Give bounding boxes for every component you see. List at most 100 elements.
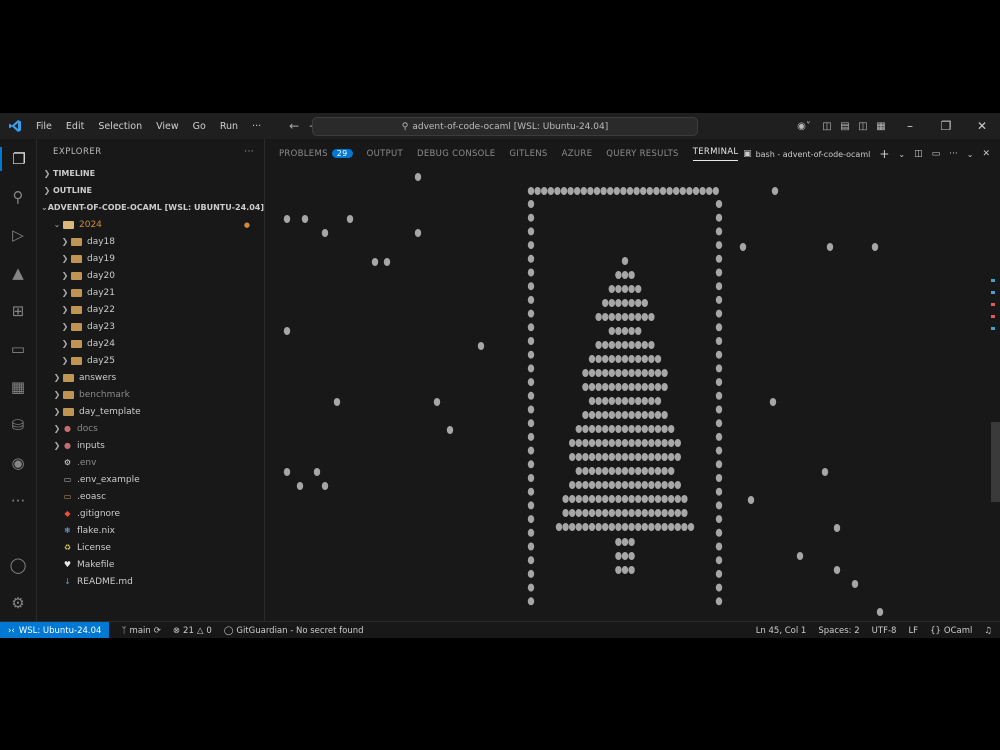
explorer-item-day22[interactable]: ❯ day22 — [37, 301, 264, 318]
toggle-primary-sidebar-icon[interactable]: ◫ — [820, 121, 834, 132]
menu-file[interactable]: File — [30, 119, 58, 134]
explorer-item-inputs[interactable]: ❯ ● inputs — [37, 437, 264, 454]
language-mode[interactable]: {} OCaml — [930, 626, 972, 636]
menu-run[interactable]: Run — [214, 119, 244, 134]
database-icon[interactable]: ⛁ — [6, 413, 30, 437]
terminal-selector[interactable]: ▣ bash - advent-of-code-ocaml — [743, 149, 870, 159]
end-of-line[interactable]: LF — [908, 626, 918, 636]
tree-glyph — [615, 313, 622, 321]
explorer-item-gitignore[interactable]: ◆ .gitignore — [37, 505, 264, 522]
tree-glyph — [648, 467, 655, 475]
explorer-item-label: docs — [77, 423, 98, 434]
scroll-marker — [991, 279, 995, 282]
explorer-item-env-example[interactable]: ▭ .env_example — [37, 471, 264, 488]
explorer-item-benchmark[interactable]: ❯ benchmark — [37, 386, 264, 403]
minimize-window-icon[interactable]: – — [892, 119, 928, 133]
menu-edit[interactable]: Edit — [60, 119, 90, 134]
run-debug-icon[interactable]: ▷ — [6, 223, 30, 247]
explorer-item-day24[interactable]: ❯ day24 — [37, 335, 264, 352]
tab-problems[interactable]: PROBLEMS 29 — [279, 149, 353, 159]
toggle-secondary-sidebar-icon[interactable]: ◫ — [856, 121, 870, 132]
tree-glyph — [588, 467, 596, 475]
accounts-icon[interactable]: ◯ — [6, 553, 30, 577]
close-window-icon[interactable]: ✕ — [964, 119, 1000, 133]
folder-2024[interactable]: ⌄ 2024 ● — [37, 216, 264, 233]
menu-more[interactable]: ··· — [246, 119, 267, 134]
notifications-bell-icon[interactable]: ♫ — [984, 626, 992, 636]
tab-azure[interactable]: AZURE — [562, 149, 593, 159]
explorer-item-docs[interactable]: ❯ ● docs — [37, 420, 264, 437]
explorer-files-icon[interactable]: ❐ — [0, 147, 36, 171]
workspace-section[interactable]: ⌄ ADVENT-OF-CODE-OCAML [WSL: UBUNTU-24.0… — [37, 199, 264, 216]
tree-glyph — [588, 411, 596, 419]
tab-gitlens[interactable]: GITLENS — [509, 149, 547, 159]
toggle-panel-icon[interactable]: ▤ — [838, 121, 852, 132]
gear-icon: ⚙ — [63, 457, 72, 467]
explorer-item-day18[interactable]: ❯ day18 — [37, 233, 264, 250]
terminal-output[interactable] — [265, 169, 1000, 621]
cursor-position[interactable]: Ln 45, Col 1 — [756, 626, 807, 636]
frame-top-glyph — [686, 187, 693, 195]
snow-glyph — [433, 398, 441, 406]
tree-glyph — [582, 453, 589, 461]
explorer-item-env[interactable]: ⚙ .env — [37, 454, 264, 471]
explorer-item-license[interactable]: ♻ License — [37, 539, 264, 556]
tree-glyph — [595, 425, 602, 433]
settings-gear-icon[interactable]: ⚙ — [6, 591, 30, 615]
tab-debug-console[interactable]: DEBUG CONSOLE — [417, 149, 495, 159]
extensions-icon[interactable]: ⊞ — [6, 299, 30, 323]
explorer-item-day23[interactable]: ❯ day23 — [37, 318, 264, 335]
tab-output[interactable]: OUTPUT — [367, 149, 403, 159]
frame-top-glyph — [666, 187, 673, 195]
azure-icon[interactable]: ▲ — [6, 261, 30, 285]
explorer-item-makefile[interactable]: ♥ Makefile — [37, 556, 264, 573]
explorer-item-answers[interactable]: ❯ answers — [37, 369, 264, 386]
problems-status[interactable]: ⊗ 21 △ 0 — [173, 626, 212, 636]
git-branch[interactable]: ᛉ main ⟳ — [121, 626, 160, 636]
frame-top-glyph — [712, 187, 719, 195]
frame-right-glyph — [715, 542, 723, 551]
explorer-item-readme[interactable]: ↓ README.md — [37, 573, 264, 590]
close-panel-icon[interactable]: ✕ — [982, 149, 990, 159]
explorer-item-eoasc[interactable]: ▭ .eoasc — [37, 488, 264, 505]
gitguardian-status[interactable]: ◯ GitGuardian - No secret found — [224, 626, 364, 636]
chevron-down-icon[interactable]: ⌄ — [898, 150, 905, 159]
file-encoding[interactable]: UTF-8 — [872, 626, 897, 636]
remote-explorer-icon[interactable]: ▭ — [6, 337, 30, 361]
minimize-panel-icon[interactable]: ⌄ — [967, 150, 974, 159]
more-views-icon[interactable]: ··· — [6, 489, 30, 513]
explorer-item-day21[interactable]: ❯ day21 — [37, 284, 264, 301]
explorer-item-day19[interactable]: ❯ day19 — [37, 250, 264, 267]
more-actions-icon[interactable]: ··· — [949, 149, 958, 159]
tree-glyph — [648, 341, 655, 349]
trash-icon[interactable]: ▭ — [932, 149, 941, 159]
tab-query-results[interactable]: QUERY RESULTS — [606, 149, 679, 159]
explorer-item-day20[interactable]: ❯ day20 — [37, 267, 264, 284]
tree-glyph — [621, 299, 629, 307]
explorer-item-flake-nix[interactable]: ❄ flake.nix — [37, 522, 264, 539]
explorer-item-day-template[interactable]: ❯ day_template — [37, 403, 264, 420]
menu-go[interactable]: Go — [187, 119, 212, 134]
restore-window-icon[interactable]: ❐ — [928, 119, 964, 133]
tab-terminal[interactable]: TERMINAL — [692, 147, 739, 161]
tree-glyph — [595, 439, 602, 447]
search-activity-icon[interactable]: ⚲ — [6, 185, 30, 209]
menu-selection[interactable]: Selection — [92, 119, 148, 134]
customize-layout-icon[interactable]: ▦ — [874, 121, 888, 132]
docker-icon[interactable]: ▦ — [6, 375, 30, 399]
menu-view[interactable]: View — [150, 119, 185, 134]
remote-indicator[interactable]: ›‹ WSL: Ubuntu-24.04 — [0, 622, 110, 638]
timeline-section[interactable]: ❯ TIMELINE — [37, 165, 264, 182]
back-arrow-icon[interactable]: ← — [289, 119, 299, 133]
github-icon[interactable]: ◉ — [6, 451, 30, 475]
new-terminal-plus-icon[interactable]: + — [879, 147, 889, 161]
frame-top-glyph — [593, 187, 601, 195]
explorer-item-day25[interactable]: ❯ day25 — [37, 352, 264, 369]
split-terminal-icon[interactable]: ◫ — [914, 149, 923, 159]
outline-section[interactable]: ❯ OUTLINE — [37, 182, 264, 199]
explorer-more-button[interactable]: ··· — [244, 147, 254, 157]
copilot-icon[interactable]: ◉˅ — [792, 121, 816, 132]
indentation[interactable]: Spaces: 2 — [818, 626, 859, 636]
terminal-scrollbar[interactable] — [991, 422, 1000, 502]
command-center-search[interactable]: ⚲ advent-of-code-ocaml [WSL: Ubuntu-24.0… — [312, 117, 698, 136]
